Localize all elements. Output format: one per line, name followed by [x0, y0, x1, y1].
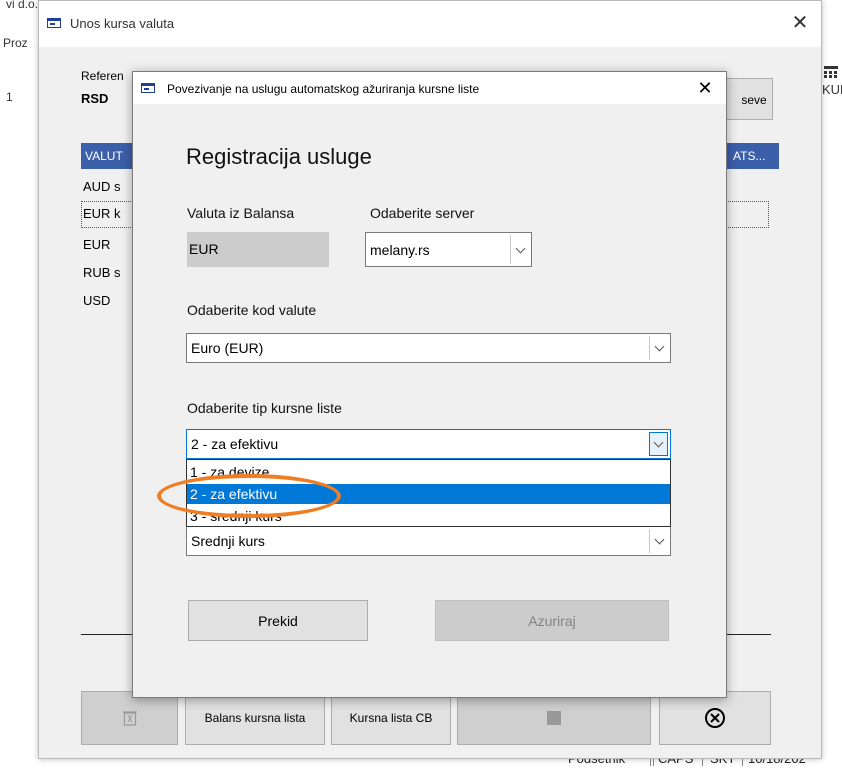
background-number-fragment: 1 [6, 90, 13, 104]
bottom-toolbar: Balans kursna lista Kursna lista CB [81, 691, 821, 751]
currency-code-value: Euro (EUR) [191, 340, 264, 356]
chevron-down-icon[interactable] [649, 432, 668, 456]
chevron-down-icon[interactable] [510, 235, 529, 264]
table-row[interactable]: EUR k [83, 206, 121, 221]
currency-code-select[interactable]: Euro (EUR) [186, 333, 671, 363]
outer-window-title: Unos kursa valuta [70, 16, 175, 31]
rate-type-select[interactable]: 2 - za efektivu [186, 429, 671, 459]
delete-button[interactable] [81, 691, 178, 745]
balans-kursna-lista-button[interactable]: Balans kursna lista [185, 691, 325, 745]
chevron-down-icon[interactable] [649, 336, 668, 360]
column-ats[interactable]: ATS... [733, 149, 765, 163]
currency-rsd: RSD [81, 91, 109, 106]
rate-type-value: 2 - za efektivu [191, 436, 279, 452]
dialog-title: Povezivanje na uslugu automatskog ažurir… [167, 82, 480, 96]
outer-close-button[interactable]: ✕ [787, 11, 813, 35]
background-label-fragment: Proz [3, 36, 28, 50]
kod-label: Odaberite kod valute [187, 302, 317, 318]
referen-label: Referen [81, 69, 124, 83]
azuriraj-button[interactable]: Azuriraj [435, 600, 669, 641]
trash-icon [122, 711, 137, 726]
dialog-close-button[interactable]: ✕ [691, 76, 719, 100]
dialog-title-bar: Povezivanje na uslugu automatskog ažurir… [133, 72, 726, 104]
stop-button[interactable] [457, 691, 651, 745]
registration-dialog: Povezivanje na uslugu automatskog ažurir… [132, 71, 727, 698]
app-icon [141, 83, 155, 93]
calculator-icon[interactable] [824, 66, 838, 78]
table-row[interactable]: RUB s [83, 265, 121, 280]
table-row[interactable]: AUD s [83, 179, 121, 194]
stop-icon [547, 711, 561, 725]
cancel-button[interactable] [659, 691, 771, 745]
prekid-button[interactable]: Prekid [188, 600, 368, 641]
highlight-annotation [157, 474, 341, 518]
chevron-down-icon[interactable] [649, 529, 668, 553]
hidden-select-value: Srednji kurs [191, 533, 265, 549]
server-select-value: melany.rs [370, 242, 430, 258]
close-circle-icon [705, 708, 725, 728]
outer-title-bar: Unos kursa valuta ✕ [39, 1, 821, 47]
app-icon [47, 18, 61, 28]
column-valuta[interactable]: VALUT [85, 149, 123, 163]
hidden-select[interactable]: Srednji kurs [186, 526, 671, 556]
tip-label: Odaberite tip kursne liste [187, 400, 342, 416]
table-row[interactable]: USD [83, 293, 110, 308]
table-row[interactable]: EUR [83, 237, 110, 252]
valuta-label: Valuta iz Balansa [187, 205, 295, 221]
valuta-value: EUR [187, 232, 329, 267]
page-title: Registracija usluge [186, 144, 372, 169]
background-toolbar-label: KUL [822, 82, 842, 97]
kursna-lista-cb-button[interactable]: Kursna lista CB [331, 691, 451, 745]
server-select[interactable]: melany.rs [365, 232, 532, 267]
server-label: Odaberite server [370, 205, 475, 221]
